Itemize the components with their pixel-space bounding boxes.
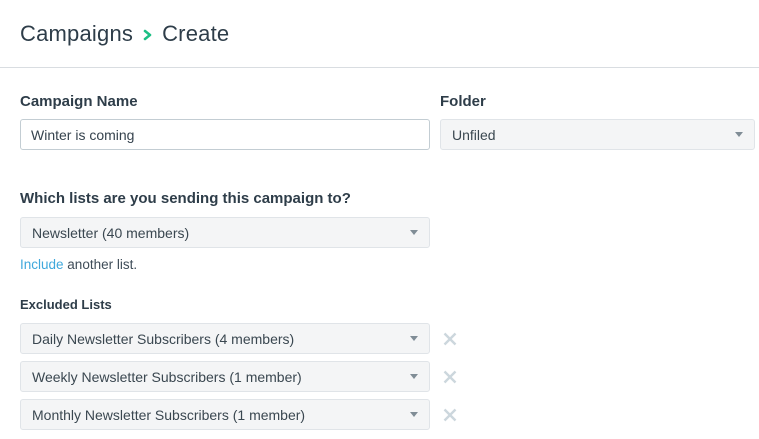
excluded-list-select-2[interactable]: Weekly Newsletter Subscribers (1 member) <box>20 361 430 392</box>
campaign-form: Campaign Name Folder Unfiled Which lists… <box>0 68 759 439</box>
name-folder-row: Campaign Name Folder Unfiled <box>20 93 755 150</box>
close-icon <box>442 331 458 347</box>
include-helper-line: Include another list. <box>20 257 755 272</box>
chevron-down-icon <box>410 230 418 235</box>
included-lists-section: Which lists are you sending this campaig… <box>20 190 755 272</box>
excluded-list-row: Weekly Newsletter Subscribers (1 member) <box>20 361 755 392</box>
chevron-down-icon <box>410 336 418 341</box>
remove-excluded-list-3-button[interactable] <box>441 406 459 424</box>
excluded-lists-section: Excluded Lists Daily Newsletter Subscrib… <box>20 297 755 439</box>
excluded-list-select-1[interactable]: Daily Newsletter Subscribers (4 members) <box>20 323 430 354</box>
include-helper-text: another list. <box>64 257 138 272</box>
excluded-list-row: Daily Newsletter Subscribers (4 members) <box>20 323 755 354</box>
folder-field: Folder Unfiled <box>440 93 755 150</box>
remove-excluded-list-1-button[interactable] <box>441 330 459 348</box>
folder-label: Folder <box>440 93 755 110</box>
excluded-list-row: Monthly Newsletter Subscribers (1 member… <box>20 399 755 430</box>
breadcrumb-create: Create <box>162 21 229 47</box>
campaign-name-label: Campaign Name <box>20 93 430 110</box>
excluded-list-select-2-value: Weekly Newsletter Subscribers (1 member) <box>32 369 302 385</box>
campaign-name-field: Campaign Name <box>20 93 430 150</box>
close-icon <box>442 407 458 423</box>
lists-question-label: Which lists are you sending this campaig… <box>20 190 755 207</box>
close-icon <box>442 369 458 385</box>
excluded-list-select-1-value: Daily Newsletter Subscribers (4 members) <box>32 331 294 347</box>
included-list-select[interactable]: Newsletter (40 members) <box>20 217 430 248</box>
breadcrumb-campaigns[interactable]: Campaigns <box>20 21 133 47</box>
breadcrumb: Campaigns Create <box>20 21 739 47</box>
chevron-down-icon <box>410 374 418 379</box>
excluded-list-select-3-value: Monthly Newsletter Subscribers (1 member… <box>32 407 305 423</box>
folder-select[interactable]: Unfiled <box>440 119 755 150</box>
include-another-list-link[interactable]: Include <box>20 257 64 272</box>
folder-select-value: Unfiled <box>452 127 496 143</box>
chevron-down-icon <box>735 132 743 137</box>
remove-excluded-list-2-button[interactable] <box>441 368 459 386</box>
excluded-lists-label: Excluded Lists <box>20 297 755 312</box>
included-list-select-value: Newsletter (40 members) <box>32 225 189 241</box>
chevron-down-icon <box>410 412 418 417</box>
campaign-name-input[interactable] <box>20 119 430 150</box>
excluded-list-select-3[interactable]: Monthly Newsletter Subscribers (1 member… <box>20 399 430 430</box>
page-header: Campaigns Create <box>0 0 759 47</box>
chevron-right-icon <box>142 28 153 42</box>
